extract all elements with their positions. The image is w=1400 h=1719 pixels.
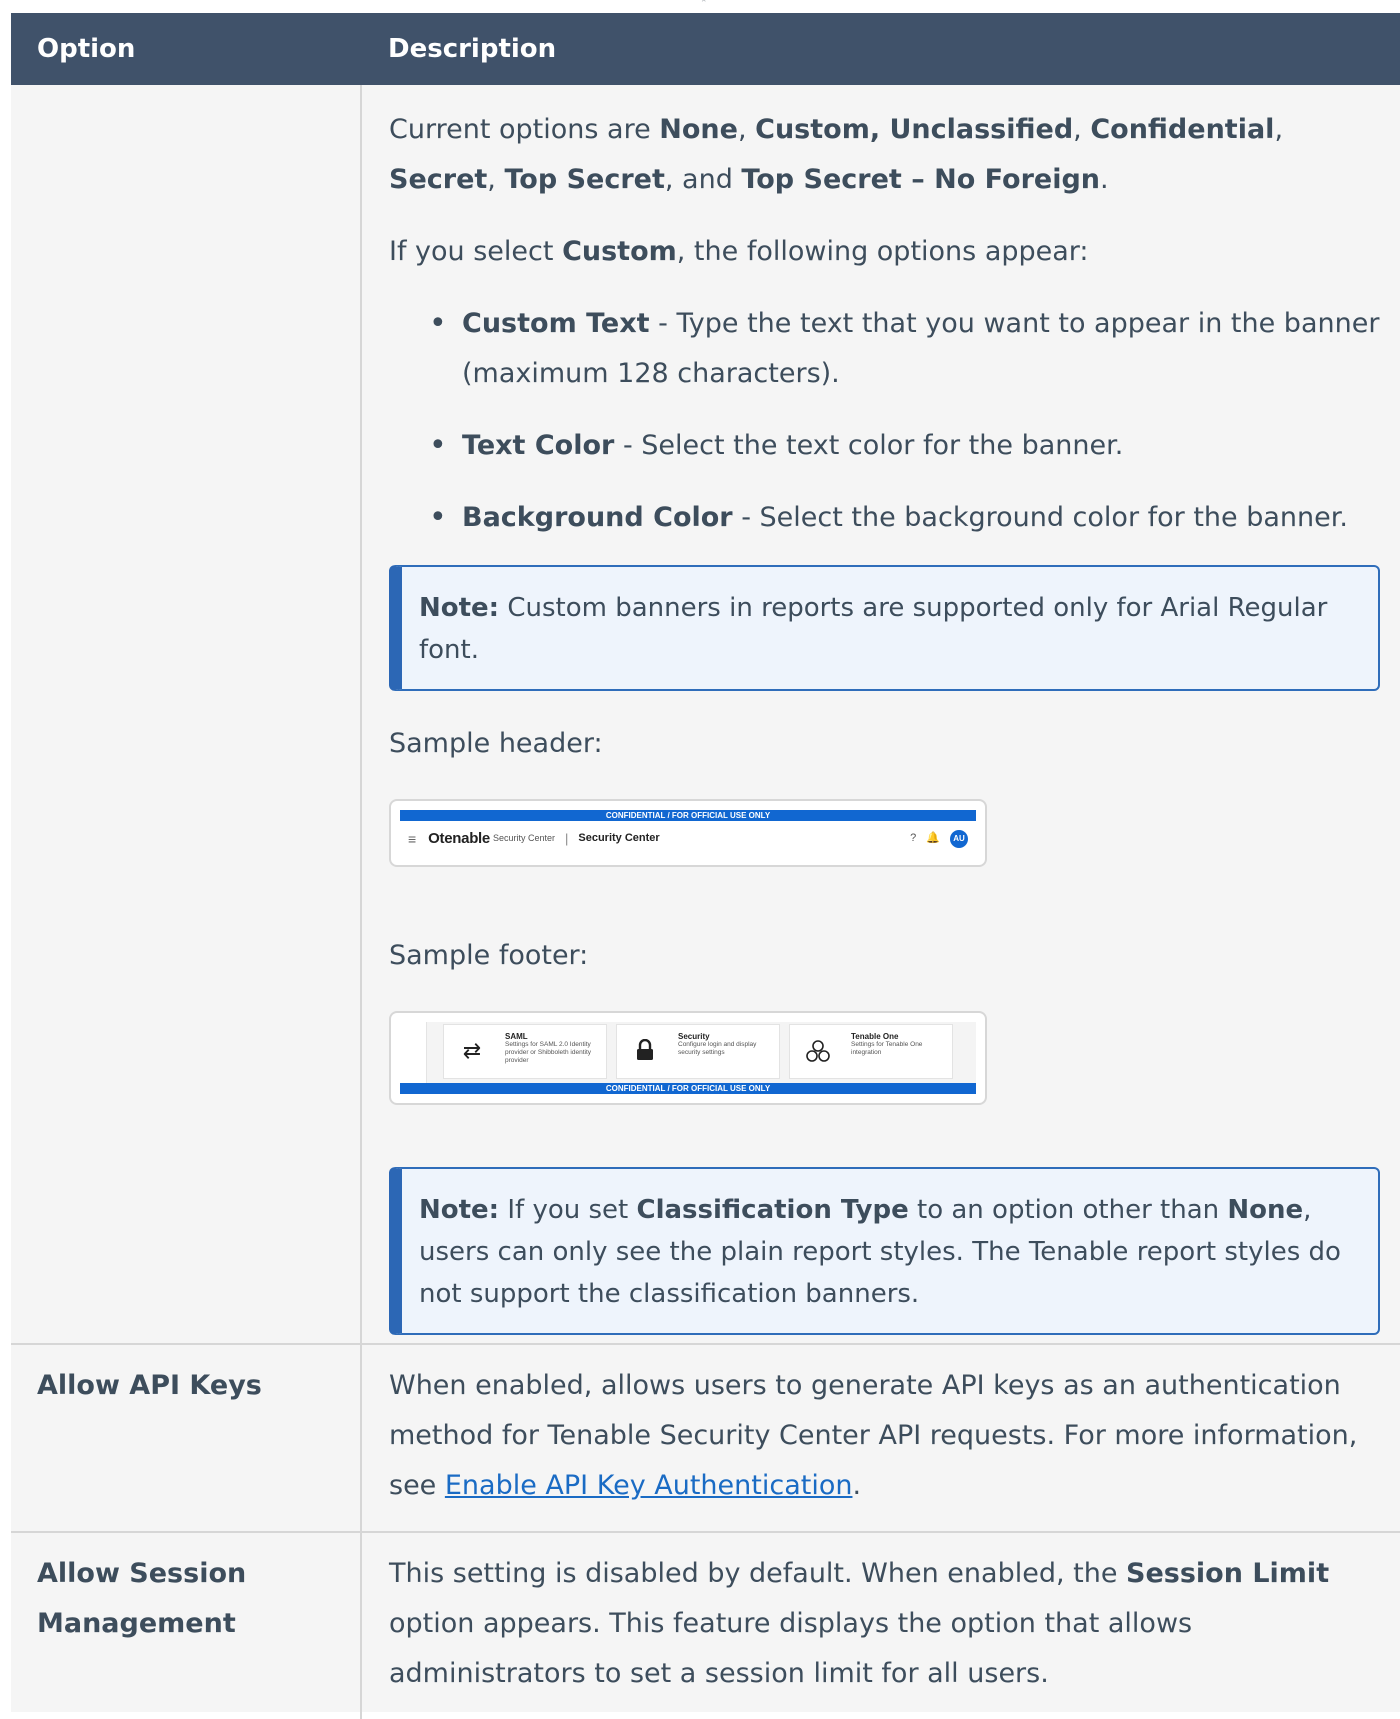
description-cell-classification: Current options are None, Custom, Unclas… — [361, 85, 1400, 1344]
product-name: Security Center — [578, 832, 660, 844]
description-session-management: This setting is disabled by default. Whe… — [361, 1531, 1400, 1719]
options-page: Option Description Current options are N… — [11, 13, 1400, 1719]
option-allow-session-management: Allow Session Management — [11, 1531, 362, 1719]
enable-api-key-auth-link[interactable]: Enable API Key Authentication — [445, 1470, 853, 1501]
table-header-row: Option Description — [11, 13, 1400, 85]
header-separator: | — [565, 831, 569, 846]
description-column-header: Description — [361, 13, 1400, 85]
custom-intro-text: If you select Custom, the following opti… — [389, 236, 1089, 267]
sample-footer-image: ⇄ SAML Settings for SAML 2.0 Identity pr… — [389, 1011, 987, 1105]
card-title: SAML — [505, 1032, 528, 1041]
list-item-custom-text: Custom Text - Type the text that you wan… — [429, 299, 1380, 399]
option-allow-api-keys: Allow API Keys — [11, 1343, 362, 1532]
classification-options-text: Current options are None, Custom, Unclas… — [389, 114, 1284, 195]
card-security: Security Configure login and display sec… — [616, 1024, 780, 1079]
hamburger-menu-icon: ≡ — [408, 830, 417, 847]
header-icons: ? 🔔 AU — [910, 829, 968, 848]
table-row-api-keys: Allow API Keys When enabled, allows user… — [11, 1343, 1400, 1532]
classification-banner-bottom: CONFIDENTIAL / FOR OFFICIAL USE ONLY — [400, 1083, 976, 1094]
option-column-header: Option — [11, 13, 361, 85]
avatar: AU — [950, 829, 968, 848]
side-strip — [400, 1022, 427, 1083]
classification-banner-top: CONFIDENTIAL / FOR OFFICIAL USE ONLY — [400, 810, 976, 821]
collapse-caret-icon: ⌃ — [700, 0, 708, 9]
list-item-text-color: Text Color - Select the text color for t… — [429, 421, 1380, 471]
table-row-classification: Current options are None, Custom, Unclas… — [11, 85, 1400, 1344]
card-title: Tenable One — [851, 1032, 899, 1041]
option-cell-empty — [11, 85, 362, 1344]
transfer-arrows-icon: ⇄ — [462, 1038, 482, 1063]
card-description: Configure login and display security set… — [678, 1041, 757, 1056]
sample-footer-label: Sample footer: — [389, 940, 589, 971]
logo-subtitle: Security Center — [492, 833, 555, 843]
help-icon: ? — [910, 832, 917, 844]
card-title: Security — [678, 1032, 710, 1041]
sample-header-image: CONFIDENTIAL / FOR OFFICIAL USE ONLY ≡ O… — [389, 799, 987, 867]
bell-icon: 🔔 — [926, 832, 940, 844]
options-table: Option Description Current options are N… — [11, 13, 1400, 1719]
settings-cards-area: ⇄ SAML Settings for SAML 2.0 Identity pr… — [400, 1022, 976, 1083]
card-tenable-one: Tenable One Settings for Tenable One int… — [789, 1024, 953, 1079]
note-classification-type: Note: If you set Classification Type to … — [389, 1167, 1380, 1335]
note-arial-font: Note: Custom banners in reports are supp… — [389, 565, 1380, 691]
logo-ring-icon: O — [428, 830, 440, 847]
card-saml: ⇄ SAML Settings for SAML 2.0 Identity pr… — [443, 1024, 607, 1079]
sample-header-label: Sample header: — [389, 728, 603, 759]
custom-options-list: Custom Text - Type the text that you wan… — [389, 299, 1380, 543]
card-description: Settings for Tenable One integration — [851, 1041, 923, 1056]
card-description: Settings for SAML 2.0 Identity provider … — [505, 1041, 591, 1064]
list-item-background-color: Background Color - Select the background… — [429, 493, 1380, 543]
hexagons-icon — [804, 1039, 832, 1063]
lock-icon — [631, 1038, 659, 1063]
tenable-logo: Otenable — [428, 830, 490, 847]
description-api-keys: When enabled, allows users to generate A… — [361, 1343, 1400, 1532]
table-row-session-management: Allow Session Management This setting is… — [11, 1531, 1400, 1719]
app-header-bar: ≡ Otenable Security Center | Security Ce… — [400, 821, 976, 856]
